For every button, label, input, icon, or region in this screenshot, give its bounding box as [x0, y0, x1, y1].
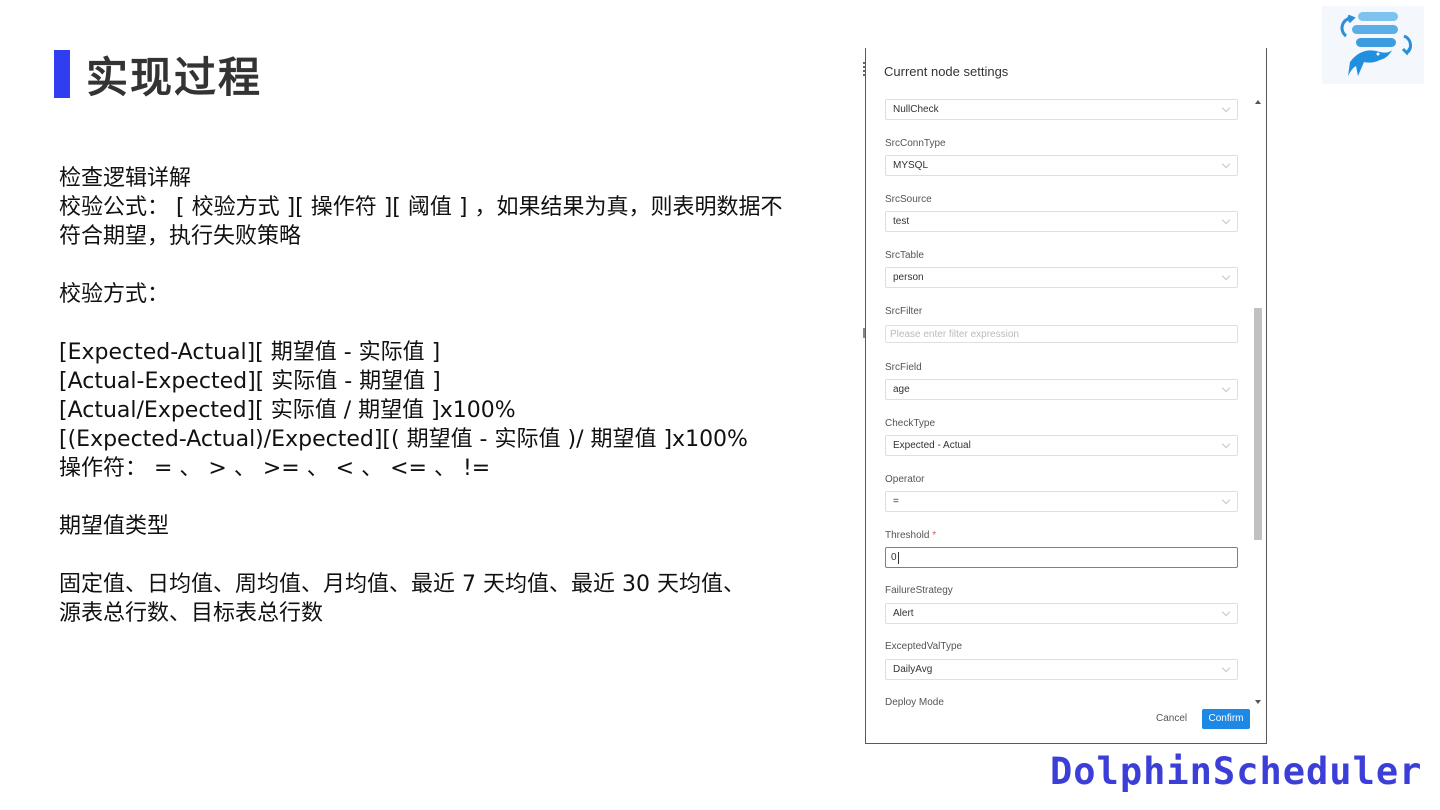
threshold-label-text: Threshold	[885, 530, 930, 541]
operator-line: 操作符： = 、 > 、 >= 、 < 、 <= 、 !=	[59, 456, 491, 481]
threshold-label: Threshold *	[885, 530, 936, 541]
src-table-label: SrcTable	[885, 250, 924, 261]
operator-select[interactable]: =	[885, 491, 1238, 512]
method-item: [(Expected-Actual)/Expected][( 期望值 - 实际值…	[59, 427, 748, 452]
title-accent-bar	[54, 50, 70, 98]
src-filter-placeholder: Please enter filter expression	[890, 329, 1019, 340]
chevron-down-icon	[1221, 495, 1231, 505]
chevron-down-icon	[1221, 215, 1231, 225]
chevron-down-icon	[1221, 159, 1231, 169]
failure-strategy-select[interactable]: Alert	[885, 603, 1238, 624]
threshold-input[interactable]: 0	[885, 547, 1238, 568]
expected-type-list-continued: 源表总行数、目标表总行数	[59, 601, 324, 626]
body-text: 检查逻辑详解 校验公式： [ 校验方式 ][ 操作符 ][ 阈值 ] ，如果结果…	[59, 164, 839, 628]
expected-val-type-select[interactable]: DailyAvg	[885, 659, 1238, 680]
chevron-down-icon	[1221, 103, 1231, 113]
dialog-title: Current node settings	[884, 64, 1009, 79]
src-table-value: person	[893, 272, 924, 283]
scroll-up-arrow-icon[interactable]	[1255, 100, 1261, 104]
dialog-scrollbar[interactable]	[1253, 100, 1263, 708]
resize-marker	[863, 328, 865, 338]
src-source-select[interactable]: test	[885, 211, 1238, 232]
cancel-button[interactable]: Cancel	[1156, 713, 1187, 724]
chevron-down-icon	[1221, 439, 1231, 449]
dolphinscheduler-logo-icon	[1322, 6, 1424, 84]
confirm-button[interactable]: Confirm	[1202, 709, 1250, 729]
text-caret	[898, 552, 899, 564]
scroll-down-arrow-icon[interactable]	[1255, 700, 1261, 704]
method-item: [Actual-Expected][ 实际值 - 期望值 ]	[59, 369, 441, 394]
deploy-mode-label: Deploy Mode	[885, 697, 944, 708]
src-field-select[interactable]: age	[885, 379, 1238, 400]
operator-label: Operator	[885, 474, 925, 485]
check-type-select[interactable]: Expected - Actual	[885, 435, 1238, 456]
failure-strategy-value: Alert	[893, 608, 914, 619]
chevron-down-icon	[1221, 383, 1231, 393]
expected-val-type-value: DailyAvg	[893, 664, 933, 675]
formula-line-continued: 符合期望，执行失败策略	[59, 224, 302, 249]
operator-value: =	[893, 496, 899, 507]
src-field-label: SrcField	[885, 362, 922, 373]
check-type-label: CheckType	[885, 418, 936, 429]
formula-line: 校验公式： [ 校验方式 ][ 操作符 ][ 阈值 ] ，如果结果为真，则表明数…	[59, 195, 783, 220]
section-heading-check-method: 校验方式：	[59, 282, 170, 307]
src-filter-input[interactable]: Please enter filter expression	[885, 325, 1238, 343]
failure-strategy-label: FailureStrategy	[885, 585, 953, 596]
src-filter-label: SrcFilter	[885, 306, 923, 317]
src-table-select[interactable]: person	[885, 267, 1238, 288]
expected-val-type-label: ExceptedValType	[885, 641, 963, 652]
brand-wordmark: DolphinScheduler	[1050, 750, 1423, 793]
expected-type-list: 固定值、日均值、周均值、月均值、最近 7 天均值、最近 30 天均值、	[59, 572, 745, 597]
chevron-down-icon	[1221, 607, 1231, 617]
src-field-value: age	[893, 384, 910, 395]
rule-select-value: NullCheck	[893, 104, 939, 115]
rule-select[interactable]: NullCheck	[885, 99, 1238, 120]
check-type-value: Expected - Actual	[893, 440, 971, 451]
method-item: [Expected-Actual][ 期望值 - 实际值 ]	[59, 340, 441, 365]
threshold-value: 0	[891, 552, 897, 563]
required-mark: *	[932, 530, 937, 541]
section-heading-check-logic: 检查逻辑详解	[59, 166, 192, 191]
method-item: [Actual/Expected][ 实际值 / 期望值 ]x100%	[59, 398, 516, 423]
drag-handle[interactable]	[863, 62, 865, 76]
node-settings-dialog: Current node settings NullCheck SrcConnT…	[863, 48, 1267, 744]
scrollbar-thumb[interactable]	[1254, 308, 1262, 540]
chevron-down-icon	[1221, 271, 1231, 281]
src-conn-type-select[interactable]: MYSQL	[885, 155, 1238, 176]
chevron-down-icon	[1221, 663, 1231, 673]
src-conn-type-label: SrcConnType	[885, 138, 946, 149]
section-heading-expected-type: 期望值类型	[59, 514, 170, 539]
src-conn-type-value: MYSQL	[893, 160, 929, 171]
slide-title: 实现过程	[86, 53, 263, 102]
src-source-value: test	[893, 216, 910, 227]
src-source-label: SrcSource	[885, 194, 932, 205]
